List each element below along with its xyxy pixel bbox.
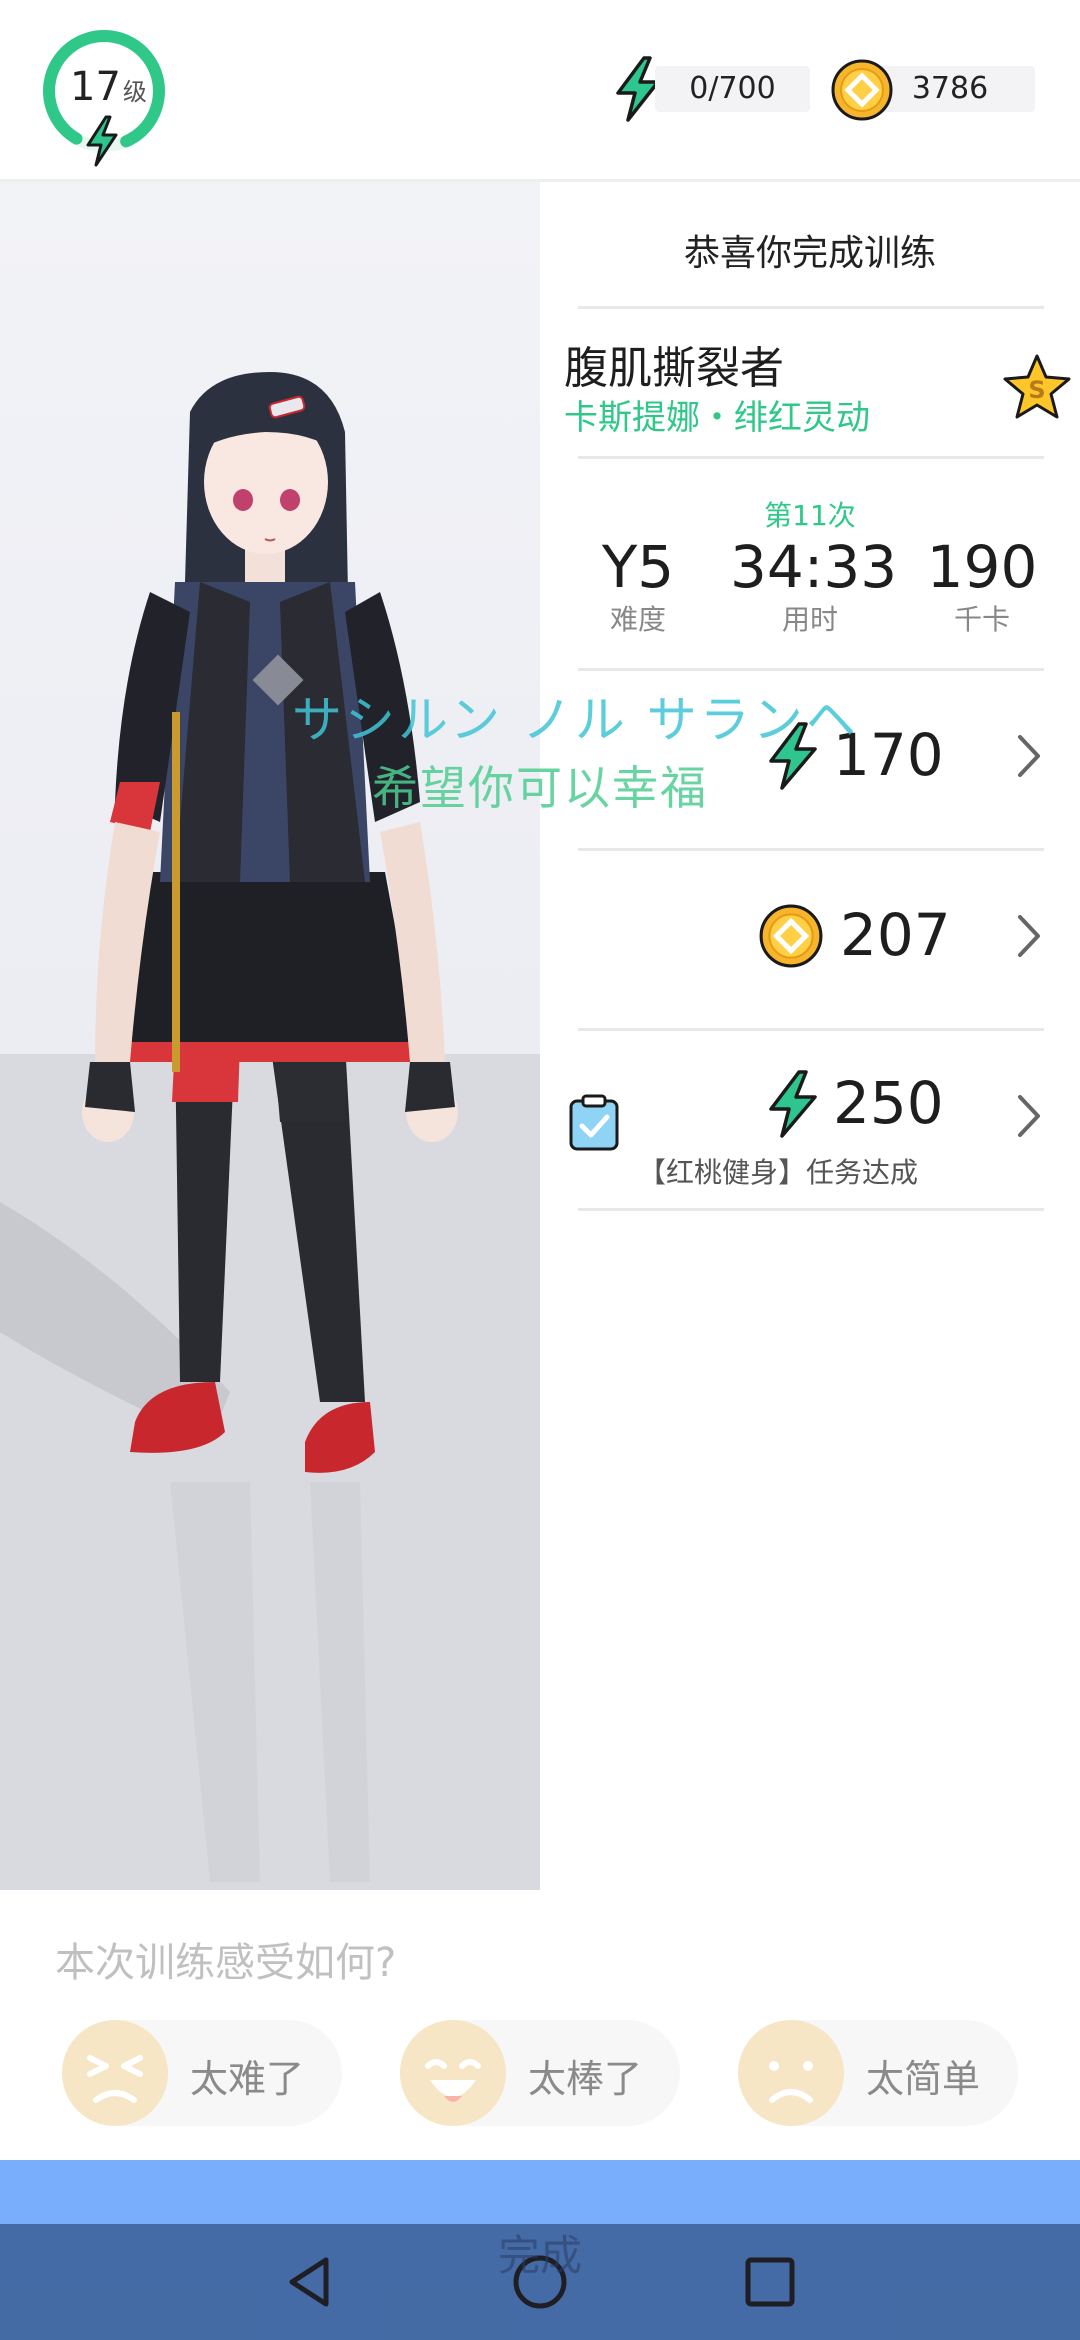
chevron-right-icon xyxy=(1018,915,1040,957)
feedback-label: 太棒了 xyxy=(528,2057,643,2101)
feedback-section: 本次训练感受如何? 太难了 太棒了 太简单 xyxy=(0,1890,1080,2160)
stat-label: 用时 xyxy=(781,603,838,636)
stat-label: 难度 xyxy=(609,603,666,636)
top-status-bar: 17级 0/700 3786 xyxy=(0,0,1080,182)
stat-duration: 34:33 用时 xyxy=(730,532,898,638)
reward-amount: 207 xyxy=(840,901,951,969)
stat-calories: 190 千卡 xyxy=(902,532,1062,638)
level-number: 17 xyxy=(70,64,121,110)
feedback-too-hard-button[interactable]: 太难了 xyxy=(62,2020,342,2126)
divider xyxy=(578,1208,1044,1211)
level-label: 17级 xyxy=(70,64,147,110)
energy-bolt-icon xyxy=(769,1070,817,1138)
happy-face-icon xyxy=(400,2020,506,2126)
level-unit: 级 xyxy=(122,78,147,106)
overlay-caption-line2: 希望你可以幸福 xyxy=(372,761,708,815)
sad-face-icon xyxy=(62,2020,168,2126)
rank-star-shape: S xyxy=(1003,354,1071,419)
coin-icon xyxy=(831,59,893,121)
session-count: 第11次 xyxy=(764,499,856,532)
stat-difficulty: Y5 难度 xyxy=(558,532,718,638)
divider xyxy=(578,306,1044,309)
course-title: 腹肌撕裂者 xyxy=(564,343,784,394)
chevron-right-icon xyxy=(1018,1095,1040,1137)
task-clipboard-icon xyxy=(569,1094,619,1151)
stat-value: 34:33 xyxy=(730,533,898,601)
energy-bolt-icon xyxy=(86,115,118,167)
feedback-too-easy-button[interactable]: 太简单 xyxy=(738,2020,1018,2126)
coin-icon xyxy=(759,904,823,968)
feedback-great-button[interactable]: 太棒了 xyxy=(400,2020,680,2126)
rank-badge-icon: S xyxy=(1002,352,1072,422)
reward-row-task[interactable]: 250 【红桃健身】任务达成 xyxy=(569,1031,1044,1209)
done-button-label: 完成 xyxy=(497,2231,582,2280)
stat-value: Y5 xyxy=(601,533,675,601)
bored-face-icon xyxy=(738,2020,844,2126)
overlay-caption-line1: サシルン ノル サランヘ xyxy=(292,691,859,749)
reward-amount: 250 xyxy=(833,1069,944,1137)
reward-row-coins[interactable]: 207 xyxy=(578,851,1044,1029)
feedback-label: 太难了 xyxy=(190,2057,305,2101)
character-preview xyxy=(0,182,540,1890)
training-results-panel: 恭喜你完成训练 腹肌撕裂者 卡斯提娜・绯红灵动 S 第11次 Y5 难度 34:… xyxy=(540,182,1080,1890)
chevron-right-icon xyxy=(1018,735,1040,777)
stat-label: 千卡 xyxy=(953,603,1010,636)
divider xyxy=(578,456,1044,459)
energy-counter: 0/700 xyxy=(655,66,810,112)
stat-value: 190 xyxy=(926,533,1038,601)
feedback-label: 太简单 xyxy=(866,2057,981,2101)
feedback-question: 本次训练感受如何? xyxy=(55,1940,397,1986)
task-note: 【红桃健身】任务达成 xyxy=(638,1156,919,1189)
congrats-title: 恭喜你完成训练 xyxy=(683,233,936,274)
course-subtitle: 卡斯提娜・绯红灵动 xyxy=(564,398,870,438)
character-figure xyxy=(0,372,458,1882)
rank-letter: S xyxy=(1028,376,1045,404)
